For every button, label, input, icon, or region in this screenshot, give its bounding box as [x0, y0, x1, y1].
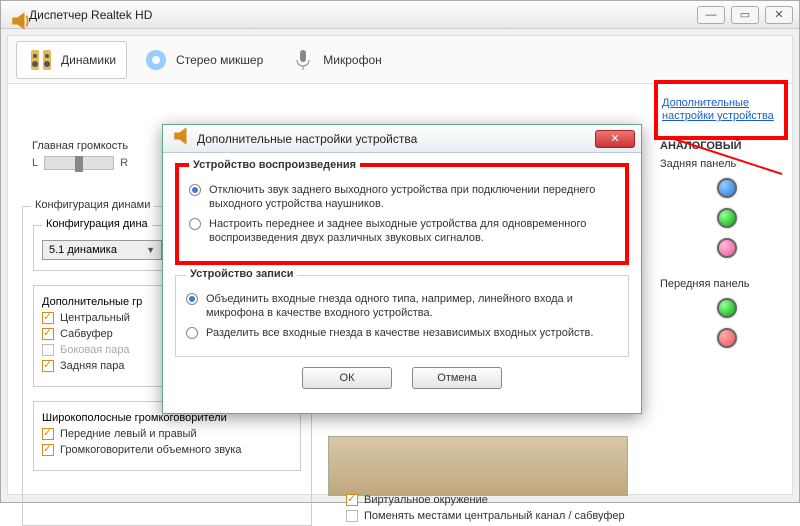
- chevron-down-icon: ▼: [146, 245, 155, 255]
- cancel-button[interactable]: Отмена: [412, 367, 502, 389]
- dialog-buttons: ОК Отмена: [175, 367, 629, 389]
- checkbox-center[interactable]: [42, 312, 54, 324]
- balance-left-label: L: [32, 157, 38, 169]
- speaker-config-dropdown[interactable]: 5.1 динамика ▼: [42, 240, 162, 260]
- advanced-link-highlight: Дополнительные настройки устройства: [654, 80, 788, 140]
- balance-slider[interactable]: [44, 156, 114, 170]
- label-surround: Громкоговорители объемного звука: [60, 444, 242, 456]
- label-center: Центральный: [60, 312, 130, 324]
- main-volume-group: Главная громкость L R: [32, 140, 128, 170]
- speaker-config-inner-legend: Конфигурация дина: [42, 218, 152, 230]
- ok-button[interactable]: ОК: [302, 367, 392, 389]
- speaker-config-value: 5.1 динамика: [49, 244, 117, 256]
- checkbox-virtual-surround[interactable]: [346, 494, 358, 506]
- window-title: Диспетчер Realtek HD: [29, 8, 697, 22]
- radio-playback-two-streams-label: Настроить переднее и заднее выходные уст…: [209, 217, 615, 245]
- titlebar: Диспетчер Realtek HD — ▭ ✕: [1, 1, 799, 29]
- tab-stereo-mix[interactable]: Стерео микшер: [131, 41, 274, 79]
- tab-microphone[interactable]: Микрофон: [278, 41, 392, 79]
- radio-record-separate-label: Разделить все входные гнезда в качестве …: [206, 326, 593, 340]
- close-button[interactable]: ✕: [765, 6, 793, 24]
- checkbox-rear-pair[interactable]: [42, 360, 54, 372]
- label-front-lr: Передние левый и правый: [60, 428, 197, 440]
- jack-line-out[interactable]: [717, 208, 737, 228]
- checkbox-surround[interactable]: [42, 444, 54, 456]
- front-jacks: [660, 298, 784, 348]
- advanced-settings-dialog: Дополнительные настройки устройства ✕ Ус…: [162, 124, 642, 414]
- tab-speakers-label: Динамики: [61, 53, 116, 67]
- label-swap-center-sub: Поменять местами центральный канал / саб…: [364, 510, 625, 522]
- recording-legend: Устройство записи: [186, 268, 297, 280]
- jack-front-mic[interactable]: [717, 328, 737, 348]
- label-virtual-surround: Виртуальное окружение: [364, 494, 488, 506]
- dialog-body: Устройство воспроизведения Отключить зву…: [163, 153, 641, 399]
- extra-options: Виртуальное окружение Поменять местами ц…: [346, 490, 625, 526]
- radio-playback-mute-rear-label: Отключить звук заднего выходного устройс…: [209, 183, 615, 211]
- tab-speakers[interactable]: Динамики: [16, 41, 127, 79]
- speaker-icon: [169, 122, 197, 155]
- checkbox-side-pair: [42, 344, 54, 356]
- radio-record-tie[interactable]: [186, 293, 198, 305]
- advanced-settings-link[interactable]: Дополнительные настройки устройства: [662, 97, 780, 123]
- microphone-icon: [289, 46, 317, 74]
- minimize-button[interactable]: —: [697, 6, 725, 24]
- playback-legend: Устройство воспроизведения: [189, 159, 360, 171]
- dialog-title: Дополнительные настройки устройства: [197, 132, 595, 146]
- label-side-pair: Боковая пара: [60, 344, 130, 356]
- radio-record-separate[interactable]: [186, 327, 198, 339]
- jack-line-in[interactable]: [717, 178, 737, 198]
- front-panel-label: Передняя панель: [660, 278, 784, 290]
- tab-microphone-label: Микрофон: [323, 53, 381, 67]
- rear-jacks: [660, 178, 784, 258]
- radio-playback-mute-rear[interactable]: [189, 184, 201, 196]
- checkbox-subwoofer[interactable]: [42, 328, 54, 340]
- speaker-layout-image: [328, 436, 628, 496]
- window-buttons: — ▭ ✕: [697, 6, 793, 24]
- radio-playback-two-streams[interactable]: [189, 218, 201, 230]
- dialog-titlebar: Дополнительные настройки устройства ✕: [163, 125, 641, 153]
- radio-record-tie-label: Объединить входные гнезда одного типа, н…: [206, 292, 618, 320]
- connector-panel: АНАЛОГОВЫЙ Задняя панель Передняя панель: [660, 140, 784, 348]
- main-volume-label: Главная громкость: [32, 140, 128, 152]
- speaker-icon: [7, 7, 23, 23]
- speakers-icon: [27, 46, 55, 74]
- tab-stereo-mix-label: Стерео микшер: [176, 53, 263, 67]
- balance-right-label: R: [120, 157, 128, 169]
- label-subwoofer: Сабвуфер: [60, 328, 113, 340]
- speaker-config-legend: Конфигурация динами: [31, 199, 154, 211]
- playback-device-group: Устройство воспроизведения Отключить зву…: [175, 163, 629, 265]
- checkbox-swap-center-sub[interactable]: [346, 510, 358, 522]
- recording-device-group: Устройство записи Объединить входные гне…: [175, 275, 629, 357]
- stereo-mix-icon: [142, 46, 170, 74]
- checkbox-front-lr[interactable]: [42, 428, 54, 440]
- jack-front-out[interactable]: [717, 298, 737, 318]
- label-rear-pair: Задняя пара: [60, 360, 125, 372]
- tabs: Динамики Стерео микшер Микрофон: [8, 36, 792, 84]
- maximize-button[interactable]: ▭: [731, 6, 759, 24]
- dialog-close-button[interactable]: ✕: [595, 130, 635, 148]
- jack-mic[interactable]: [717, 238, 737, 258]
